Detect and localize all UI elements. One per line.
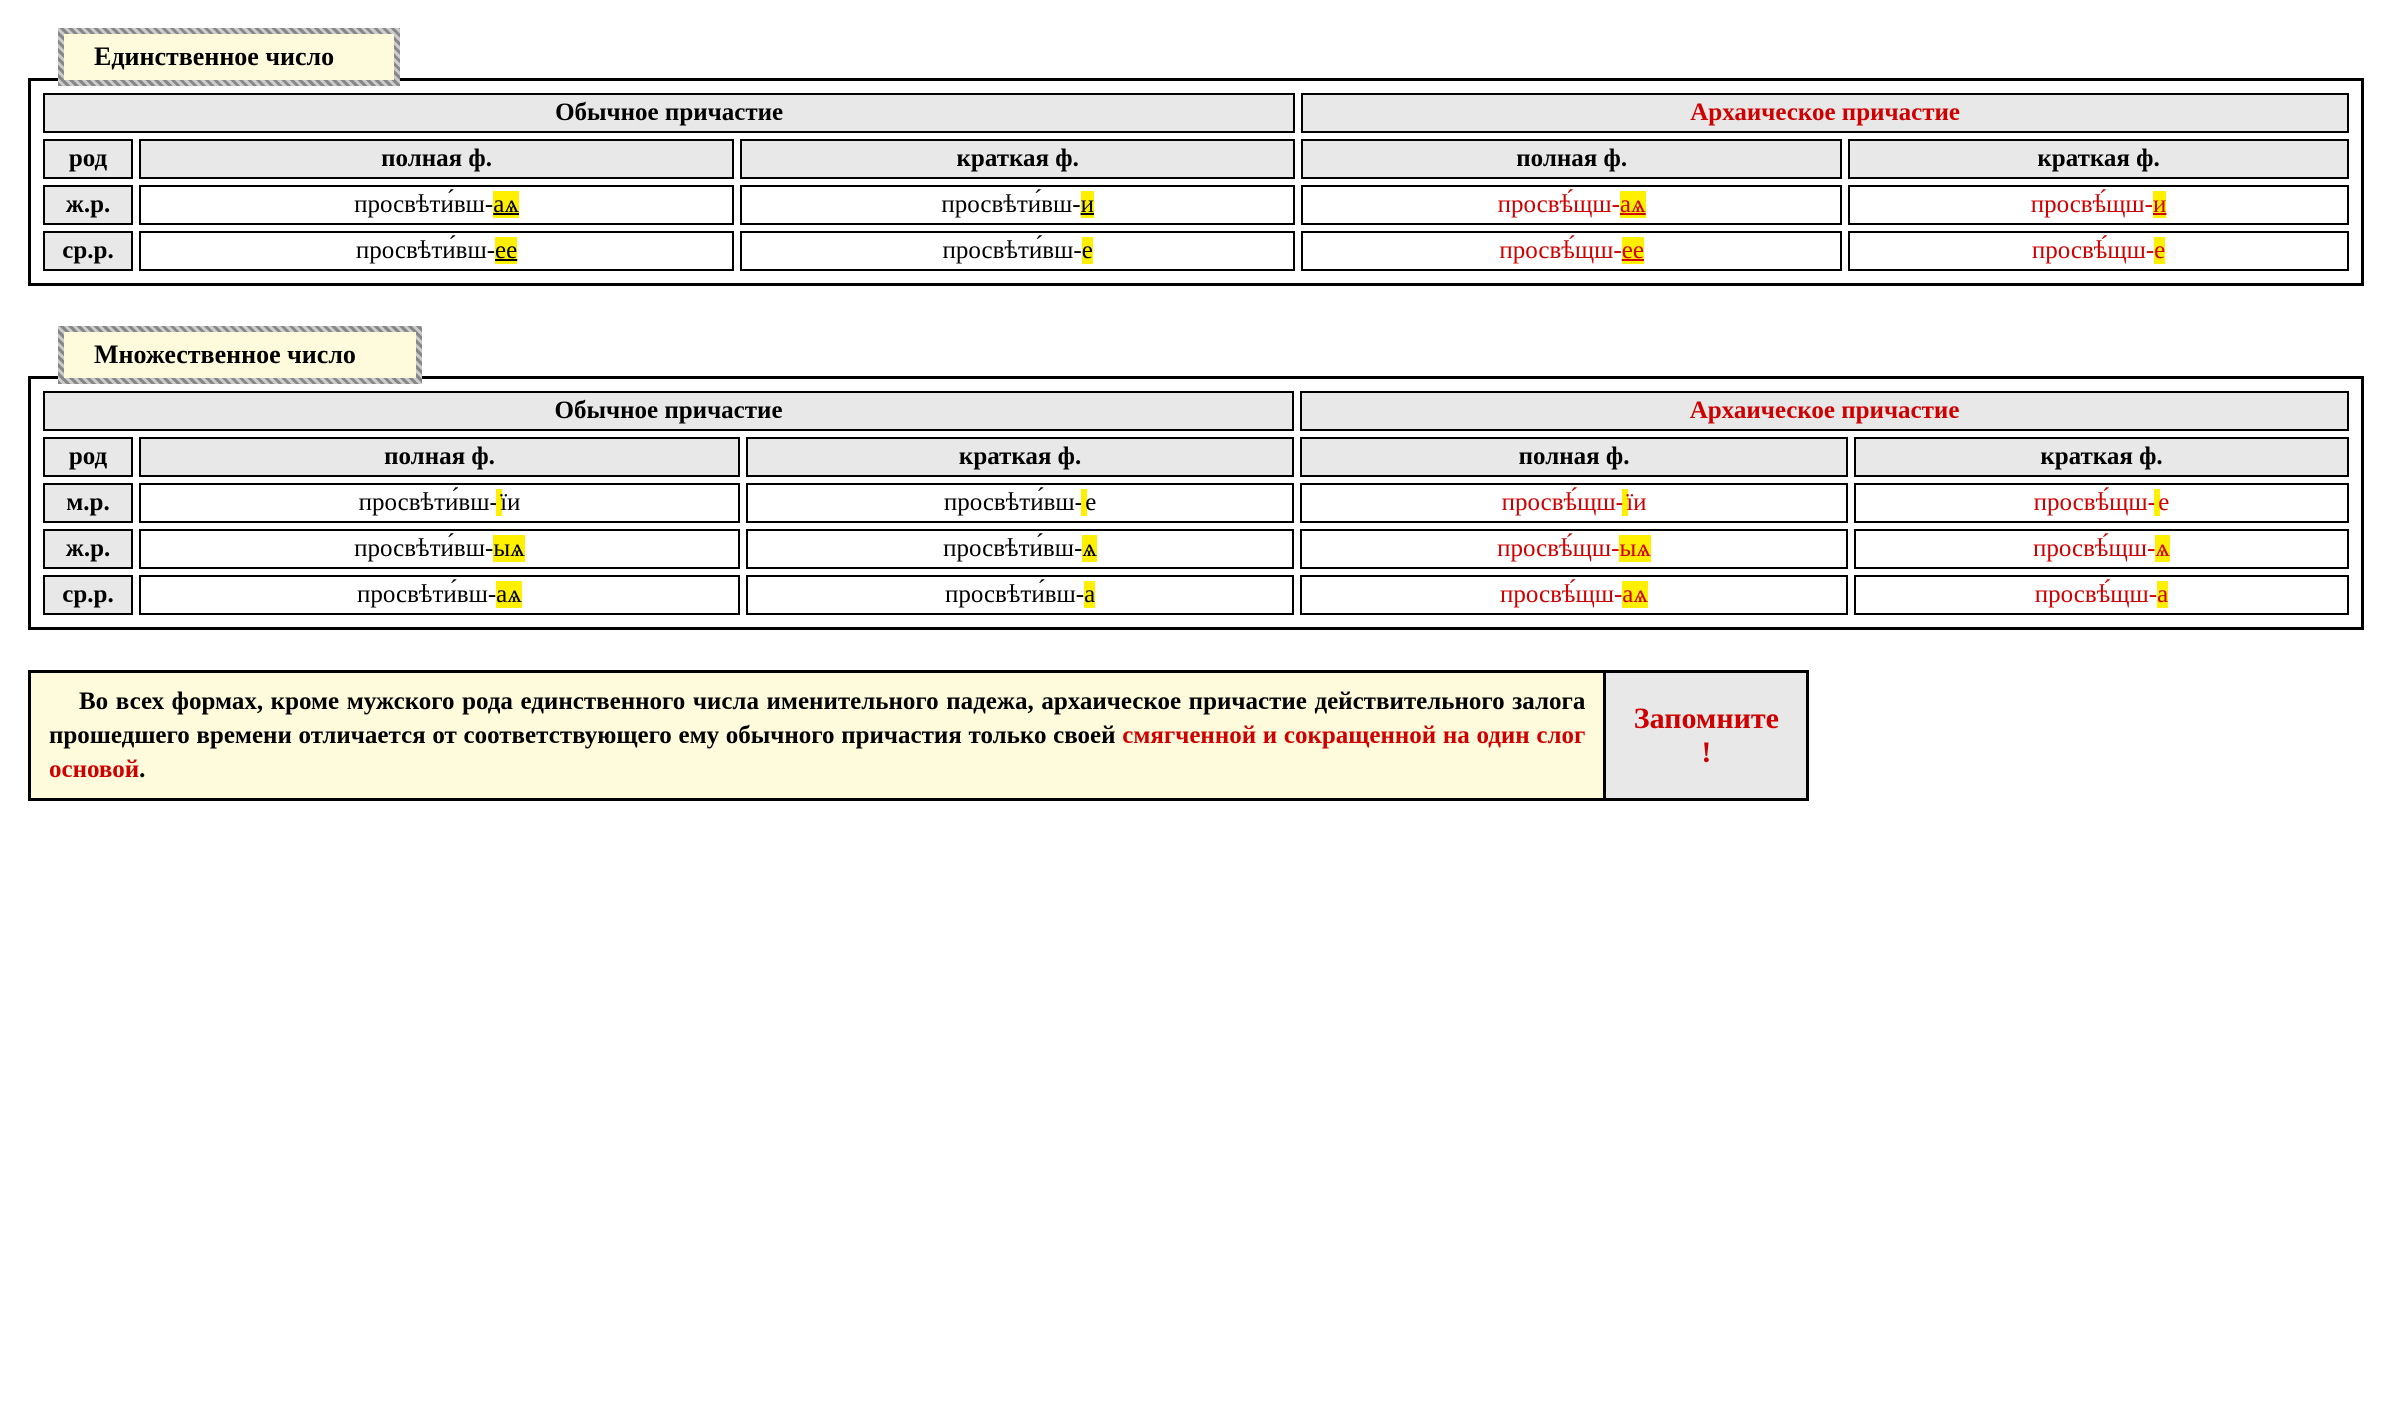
- header-full-arc: полная ф.: [1300, 437, 1848, 477]
- singular-table: Обычное причастие Архаическое причастие …: [37, 87, 2355, 277]
- cell-word: просвѣти́вш-аѧ: [139, 185, 734, 225]
- row-plural-n: ср.р. просвѣти́вш-аѧ просвѣти́вш-а просв…: [43, 575, 2349, 615]
- note-label-bang: !: [1701, 736, 1711, 770]
- row-singular-n: ср.р. просвѣти́вш-ее просвѣти́вш-е просв…: [43, 231, 2349, 271]
- plural-frame: Обычное причастие Архаическое причастие …: [28, 376, 2364, 630]
- row-plural-m: м.р. просвѣти́вш- їи просвѣти́вш- е прос…: [43, 483, 2349, 523]
- note-box: Во всех формах, кроме мужского рода един…: [28, 670, 1809, 801]
- cell-word: просвѣти́вш-ѧ: [746, 529, 1294, 569]
- cell-word: просвѣти́вш-и: [740, 185, 1295, 225]
- cell-word: просвѣ́щш-ее: [1301, 231, 1842, 271]
- note-label-text: Запомните: [1634, 702, 1779, 736]
- cell-word: просвѣти́вш-ыѧ: [139, 529, 740, 569]
- plural-section: Множественное число Обычное причастие Ар…: [28, 326, 2364, 630]
- cell-word: просвѣ́щш-а: [1854, 575, 2349, 615]
- header-short-ord: краткая ф.: [740, 139, 1295, 179]
- header-gender: род: [43, 437, 133, 477]
- cell-word: просвѣ́щш- їи: [1300, 483, 1848, 523]
- cell-word: просвѣ́щш- е: [1854, 483, 2349, 523]
- gender-f: ж.р.: [43, 185, 133, 225]
- header-short-arc: краткая ф.: [1854, 437, 2349, 477]
- cell-word: просвѣ́щш-ѧ: [1854, 529, 2349, 569]
- note-label: Запомните !: [1606, 673, 1806, 798]
- header-full-ord: полная ф.: [139, 139, 734, 179]
- cell-word: просвѣти́вш-ее: [139, 231, 734, 271]
- row-singular-f: ж.р. просвѣти́вш-аѧ просвѣти́вш-и просвѣ…: [43, 185, 2349, 225]
- gender-n: ср.р.: [43, 231, 133, 271]
- header-archaic: Архаическое причастие: [1301, 93, 2349, 133]
- cell-word: просвѣ́щш-аѧ: [1300, 575, 1848, 615]
- cell-word: просвѣти́вш- їи: [139, 483, 740, 523]
- gender-m: м.р.: [43, 483, 133, 523]
- cell-word: просвѣти́вш-е: [740, 231, 1295, 271]
- plural-table: Обычное причастие Архаическое причастие …: [37, 385, 2355, 621]
- header-full-ord: полная ф.: [139, 437, 740, 477]
- row-plural-f: ж.р. просвѣти́вш-ыѧ просвѣти́вш-ѧ просвѣ…: [43, 529, 2349, 569]
- gender-f: ж.р.: [43, 529, 133, 569]
- header-full-arc: полная ф.: [1301, 139, 1842, 179]
- header-short-ord: краткая ф.: [746, 437, 1294, 477]
- singular-section: Единственное число Обычное причастие Арх…: [28, 28, 2364, 286]
- header-archaic: Архаическое причастие: [1300, 391, 2349, 431]
- cell-word: просвѣти́вш- е: [746, 483, 1294, 523]
- cell-word: просвѣти́вш-а: [746, 575, 1294, 615]
- header-ordinary: Обычное причастие: [43, 391, 1294, 431]
- header-gender: род: [43, 139, 133, 179]
- plural-tab: Множественное число: [58, 326, 422, 384]
- singular-tab: Единственное число: [58, 28, 400, 86]
- gender-n: ср.р.: [43, 575, 133, 615]
- cell-word: просвѣти́вш-аѧ: [139, 575, 740, 615]
- note-period: .: [139, 756, 145, 783]
- singular-frame: Обычное причастие Архаическое причастие …: [28, 78, 2364, 286]
- cell-word: просвѣ́щш-ыѧ: [1300, 529, 1848, 569]
- header-short-arc: краткая ф.: [1848, 139, 2349, 179]
- header-ordinary: Обычное причастие: [43, 93, 1295, 133]
- cell-word: просвѣ́щш-аѧ: [1301, 185, 1842, 225]
- note-text: Во всех формах, кроме мужского рода един…: [31, 673, 1606, 798]
- cell-word: просвѣ́щш-е: [1848, 231, 2349, 271]
- cell-word: просвѣ́щш-и: [1848, 185, 2349, 225]
